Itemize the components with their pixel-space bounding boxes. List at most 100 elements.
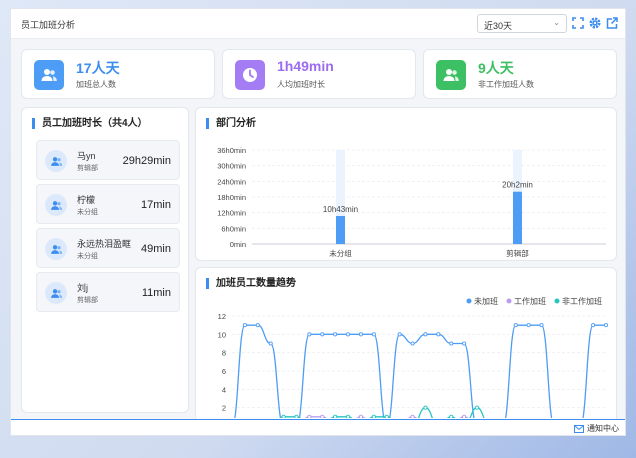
y-tick-label: 12 — [218, 312, 226, 321]
notification-center-label: 通知中心 — [587, 424, 619, 433]
data-point — [371, 414, 376, 418]
data-point — [462, 414, 467, 418]
employee-name: 柠檬 — [77, 195, 96, 205]
data-point — [539, 323, 544, 328]
bar-data-label: 20h2min — [502, 181, 533, 190]
data-point — [333, 414, 338, 418]
stat-label: 人均加班时长 — [277, 80, 325, 89]
data-point — [242, 323, 247, 328]
x-tick-label: 剪辑部 — [506, 248, 529, 258]
y-tick-label: 6 — [222, 367, 226, 376]
fullscreen-icon[interactable] — [571, 16, 585, 30]
user-avatar-icon — [45, 150, 67, 172]
date-range-value: 近30天 — [484, 21, 513, 31]
data-point — [423, 332, 428, 337]
legend-label: 工作加班 — [514, 296, 546, 306]
y-tick-label: 2 — [222, 404, 226, 413]
stat-card-total-overtime: 17人天 加班总人数 — [21, 49, 215, 99]
employee-dept: 剪辑部 — [77, 165, 98, 172]
user-avatar-icon — [45, 282, 67, 304]
y-tick-label: 8 — [222, 349, 226, 358]
legend-marker — [506, 298, 512, 304]
data-point — [346, 414, 351, 418]
y-tick-label: 4 — [222, 385, 226, 394]
notification-center-button[interactable]: 通知中心 — [574, 423, 619, 434]
clock-icon — [235, 60, 265, 90]
y-tick-label: 6h0min — [221, 224, 246, 233]
overtime-trend-line-chart: 2 4 6 8 10 12 非工作加班 工作加班 未加班 — [218, 296, 609, 418]
legend-marker — [554, 298, 560, 304]
data-point — [410, 341, 415, 346]
bar-data-label: 10h43min — [323, 205, 358, 214]
legend-marker — [466, 298, 472, 304]
data-point — [281, 414, 286, 418]
employee-dept: 未分组 — [77, 253, 98, 260]
stat-value: 1h49min — [277, 58, 334, 74]
data-point — [346, 332, 351, 337]
employee-card[interactable]: 柠檬 未分组 17min — [36, 184, 180, 224]
data-point — [371, 332, 376, 337]
department-bar-chart: 0min 6h0min 12h0min 18h0min 24h0min 30h0min 36… — [217, 146, 606, 258]
data-point — [449, 414, 454, 418]
data-point — [307, 332, 312, 337]
stat-label: 非工作加班人数 — [478, 80, 534, 89]
export-icon[interactable] — [605, 16, 619, 30]
data-point — [333, 332, 338, 337]
data-point — [449, 341, 454, 346]
y-tick-label: 30h0min — [217, 162, 246, 171]
stat-value: 9人天 — [478, 60, 514, 76]
panel-title: 加班员工数量趋势 — [206, 278, 296, 289]
data-point — [423, 405, 428, 410]
legend-label: 非工作加班 — [562, 296, 602, 306]
y-tick-label: 36h0min — [217, 146, 246, 155]
department-analysis-panel: 部门分析 0min 6h0min 12h0min 18h0min 24h0min 30h0… — [195, 107, 617, 261]
data-point — [268, 341, 273, 346]
data-point — [462, 341, 467, 346]
employee-duration: 11min — [141, 287, 171, 299]
data-point — [436, 332, 441, 337]
data-point — [603, 323, 609, 328]
employee-duration: 17min — [141, 199, 171, 211]
stat-value: 17人天 — [76, 60, 120, 76]
stat-card-non-work-overtime: 9人天 非工作加班人数 — [423, 49, 617, 99]
app-window: 员工加班分析 近30天 ⌄ 17人天 加班总人数 1h49min 人均加班时长 — [10, 8, 626, 436]
data-point — [591, 323, 596, 328]
employee-card[interactable]: 永远热泪盈眶 未分组 49min — [36, 228, 180, 268]
data-point — [294, 414, 299, 418]
gear-icon[interactable] — [588, 16, 602, 30]
data-point — [320, 414, 325, 418]
header-bar: 员工加班分析 近30天 ⌄ — [11, 9, 625, 39]
data-point — [474, 405, 480, 410]
employee-card[interactable]: 马yn 剪辑部 29h29min — [36, 140, 180, 180]
employee-card[interactable]: 刘j 剪辑部 11min — [36, 272, 180, 312]
x-tick-label: 未分组 — [329, 248, 352, 258]
users-icon — [34, 60, 64, 90]
data-point — [307, 414, 312, 418]
data-point — [513, 323, 518, 328]
data-point — [384, 414, 389, 418]
legend-label: 未加班 — [474, 296, 498, 306]
data-point — [397, 332, 402, 337]
data-point — [255, 323, 260, 328]
users-icon — [436, 60, 466, 90]
data-point — [526, 323, 531, 328]
user-avatar-icon — [45, 194, 67, 216]
employee-duration: 29h29min — [122, 155, 171, 167]
mail-icon — [574, 424, 584, 433]
bar — [336, 216, 345, 244]
page-title: 员工加班分析 — [21, 20, 76, 30]
chevron-down-icon: ⌄ — [553, 18, 560, 27]
y-tick-label: 10 — [218, 330, 226, 339]
bar — [513, 191, 522, 244]
stat-label: 加班总人数 — [76, 80, 116, 89]
series-line — [234, 324, 606, 418]
stat-card-avg-duration: 1h49min 人均加班时长 — [222, 49, 416, 99]
data-point — [320, 332, 325, 337]
employee-name: 马yn — [77, 151, 96, 161]
employee-dept: 剪辑部 — [77, 297, 98, 304]
date-range-select[interactable]: 近30天 ⌄ — [477, 14, 567, 33]
overtime-trend-panel: 加班员工数量趋势 2 4 6 8 10 12 非工作加班 工作加班 未加班 — [195, 267, 617, 423]
data-point — [358, 414, 364, 418]
employee-name: 永远热泪盈眶 — [77, 239, 132, 249]
panel-title: 部门分析 — [206, 118, 256, 129]
